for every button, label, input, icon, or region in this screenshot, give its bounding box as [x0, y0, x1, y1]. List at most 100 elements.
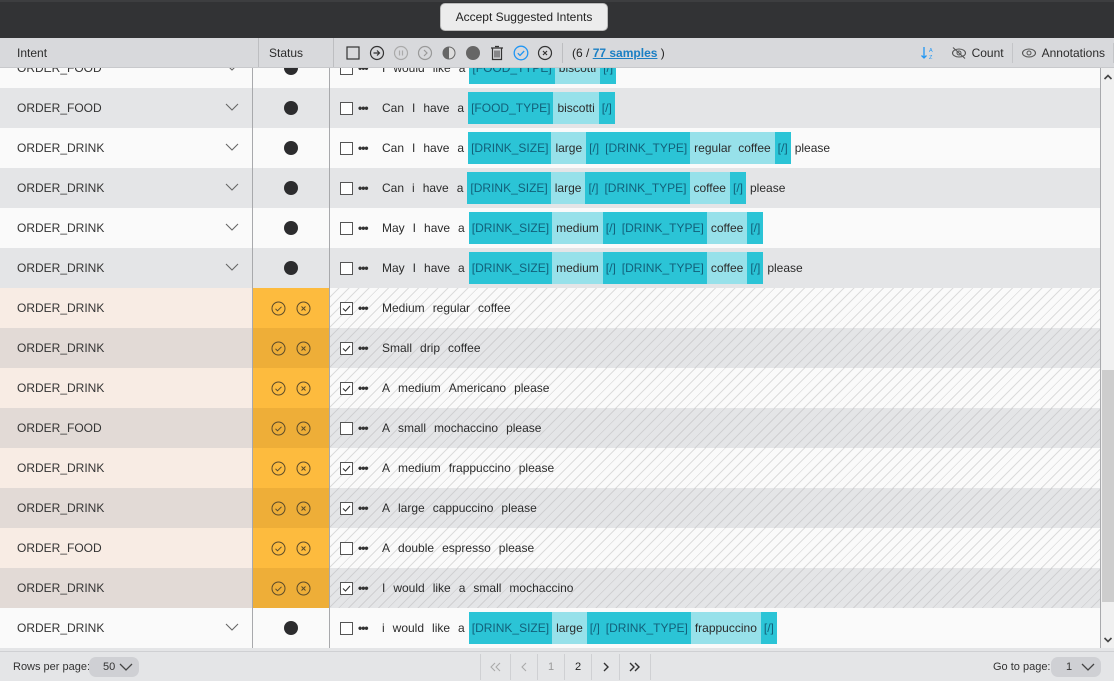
intent-dropdown-chevron-icon[interactable] [225, 261, 241, 275]
entity-value[interactable]: biscotti [553, 92, 599, 124]
entity-value[interactable]: coffee [706, 252, 748, 284]
table-row[interactable]: ORDER_DRINK ••• i would like a [DRINK_SIZE] lar… [0, 608, 1100, 648]
annotations-toggle[interactable]: Annotations [1013, 43, 1113, 63]
word-token[interactable]: I [409, 255, 420, 281]
word-token[interactable]: I [378, 575, 389, 601]
reject-suggestion-icon[interactable] [296, 501, 311, 516]
reject-suggestion-icon[interactable] [296, 381, 311, 396]
entity-value[interactable]: large [550, 172, 586, 204]
word-token[interactable]: a [454, 615, 469, 641]
entity-value[interactable]: regular coffee [690, 132, 775, 164]
entity-tag[interactable]: [DRINK_TYPE] [602, 612, 691, 644]
row-checkbox[interactable] [340, 461, 353, 475]
prev-page-button[interactable] [510, 654, 537, 680]
intent-cell[interactable]: ORDER_DRINK [0, 168, 253, 208]
reject-suggestion-icon[interactable] [296, 581, 311, 596]
entity-value[interactable]: coffee [706, 212, 748, 244]
entity-tag[interactable]: [/] [602, 212, 619, 244]
row-checkbox[interactable] [340, 341, 353, 355]
row-checkbox[interactable] [340, 301, 353, 315]
table-row[interactable]: ORDER_FOOD ••• Adouble espresso please [0, 528, 1100, 568]
row-checkbox[interactable] [340, 421, 353, 435]
more-options-icon[interactable]: ••• [358, 181, 372, 195]
intent-cell[interactable]: ORDER_DRINK [0, 488, 253, 528]
more-options-icon[interactable]: ••• [358, 261, 372, 275]
row-checkbox[interactable] [340, 181, 353, 195]
word-token[interactable]: have [420, 215, 454, 241]
more-options-icon[interactable]: ••• [358, 381, 372, 395]
entity-value[interactable]: large [552, 612, 587, 644]
intent-dropdown-chevron-icon[interactable] [225, 141, 241, 155]
accept-suggestion-icon[interactable] [271, 421, 286, 436]
intent-cell[interactable]: ORDER_DRINK [0, 448, 253, 488]
go-to-icon[interactable] [368, 44, 385, 61]
word-token[interactable]: i [408, 175, 419, 201]
entity-tag[interactable]: [DRINK_SIZE] [468, 212, 553, 244]
table-row[interactable]: ORDER_DRINK ••• Medium regular coffee [0, 288, 1100, 328]
entity-tag[interactable]: [/] [747, 252, 764, 284]
word-token[interactable]: please [515, 455, 558, 481]
row-checkbox[interactable] [340, 541, 353, 555]
word-token[interactable]: a [454, 215, 469, 241]
word-token[interactable]: like [429, 575, 455, 601]
word-token[interactable]: please [502, 415, 545, 441]
check-circle-icon[interactable] [512, 44, 529, 61]
accept-suggestion-icon[interactable] [271, 301, 286, 316]
accept-suggestion-icon[interactable] [271, 341, 286, 356]
word-token[interactable]: a [454, 255, 469, 281]
entity-tag[interactable]: [/] [747, 212, 764, 244]
sort-button[interactable]: AZ [913, 43, 943, 63]
row-checkbox[interactable] [340, 501, 353, 515]
more-options-icon[interactable]: ••• [358, 221, 372, 235]
table-row[interactable]: ORDER_DRINK ••• Small drip coffee [0, 328, 1100, 368]
entity-value[interactable]: frappuccino [690, 612, 761, 644]
next-icon[interactable] [416, 44, 433, 61]
more-options-icon[interactable]: ••• [358, 581, 372, 595]
more-options-icon[interactable]: ••• [358, 301, 372, 315]
word-token[interactable]: please [746, 175, 789, 201]
entity-tag[interactable]: [FOOD_TYPE] [468, 92, 554, 124]
word-token[interactable]: espresso [438, 535, 495, 561]
first-page-button[interactable] [480, 654, 510, 680]
word-token[interactable]: like [429, 68, 455, 81]
entity-tag[interactable]: [DRINK_SIZE] [468, 612, 553, 644]
scrollbar-thumb[interactable] [1102, 370, 1114, 602]
word-token[interactable]: would [389, 575, 428, 601]
word-token[interactable]: A [378, 455, 394, 481]
entity-value[interactable]: coffee [689, 172, 730, 204]
word-token[interactable]: small [394, 415, 430, 441]
word-token[interactable]: like [428, 615, 454, 641]
accept-suggestion-icon[interactable] [271, 541, 286, 556]
more-options-icon[interactable]: ••• [358, 621, 372, 635]
intent-cell[interactable]: ORDER_DRINK [0, 248, 253, 288]
word-token[interactable]: a [455, 575, 470, 601]
word-token[interactable]: drip [416, 335, 444, 361]
scroll-up-icon[interactable] [1102, 71, 1114, 83]
word-token[interactable]: have [419, 175, 453, 201]
reject-suggestion-icon[interactable] [296, 301, 311, 316]
scroll-down-icon[interactable] [1102, 634, 1114, 646]
entity-tag[interactable]: [FOOD_TYPE] [469, 68, 555, 84]
entity-tag[interactable]: [DRINK_TYPE] [618, 212, 707, 244]
samples-link[interactable]: 77 samples [593, 46, 658, 60]
table-row[interactable]: ORDER_DRINK ••• Alarge cappuccino please [0, 488, 1100, 528]
more-options-icon[interactable]: ••• [358, 68, 372, 75]
word-token[interactable]: medium [394, 375, 445, 401]
word-token[interactable]: small [469, 575, 505, 601]
word-token[interactable]: a [453, 175, 468, 201]
intent-cell[interactable]: ORDER_DRINK [0, 608, 253, 648]
more-options-icon[interactable]: ••• [358, 141, 372, 155]
word-token[interactable]: medium [394, 455, 445, 481]
word-token[interactable]: I [378, 68, 389, 81]
row-checkbox[interactable] [340, 261, 353, 275]
entity-tag[interactable]: [DRINK_SIZE] [468, 132, 552, 164]
filled-circle-icon[interactable] [464, 44, 481, 61]
vertical-scrollbar[interactable] [1100, 68, 1114, 648]
word-token[interactable]: A [378, 415, 394, 441]
word-token[interactable]: Americano [445, 375, 510, 401]
pause-icon[interactable] [392, 44, 409, 61]
table-row[interactable]: ORDER_FOOD ••• Iwould like a [FOOD_TYPE] bisco… [0, 68, 1100, 88]
entity-tag[interactable]: [/] [586, 612, 603, 644]
intent-cell[interactable]: ORDER_FOOD [0, 88, 253, 128]
entity-tag[interactable]: [/] [585, 172, 602, 204]
